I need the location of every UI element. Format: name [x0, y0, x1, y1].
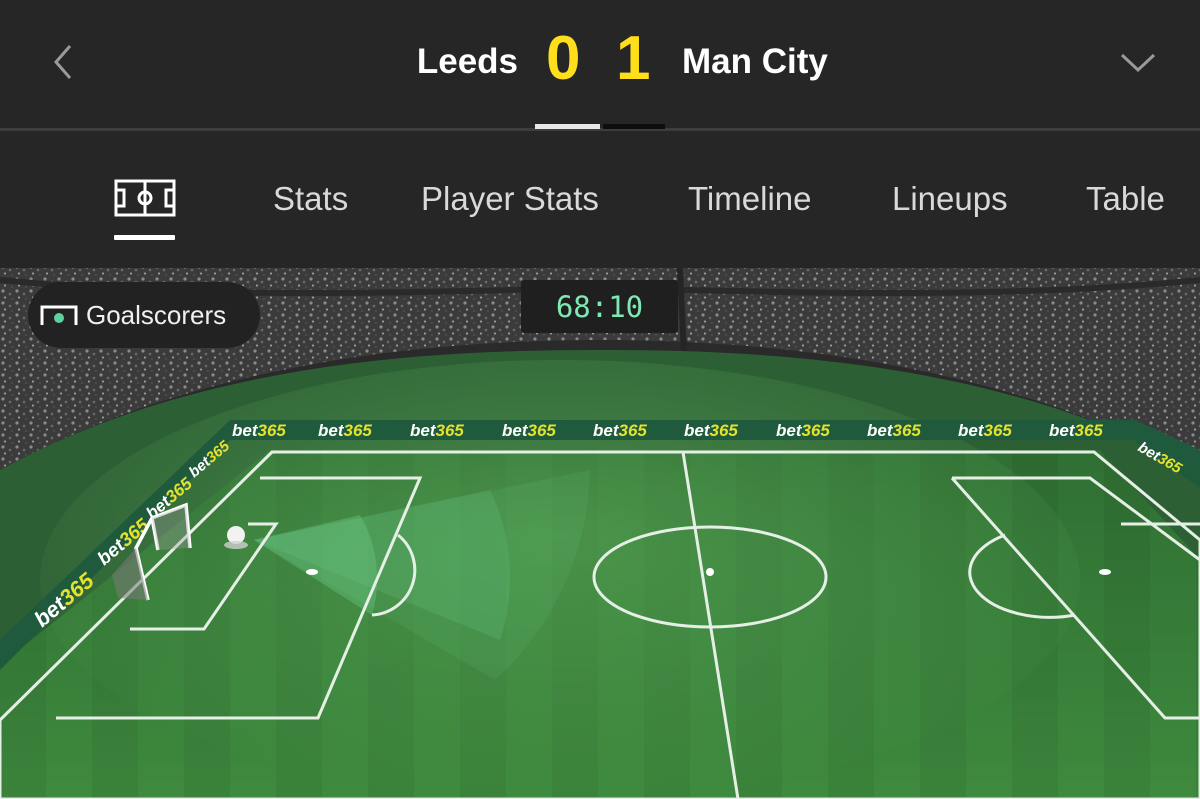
page-indicator-active[interactable]: [535, 124, 600, 129]
svg-text:bet365: bet365: [410, 421, 464, 440]
tab-lineups[interactable]: Lineups: [892, 177, 1008, 221]
svg-text:bet365: bet365: [776, 421, 830, 440]
svg-text:bet365: bet365: [958, 421, 1012, 440]
goalscorers-label: Goalscorers: [86, 299, 227, 330]
tab-player-stats[interactable]: Player Stats: [421, 177, 599, 221]
svg-text:bet365: bet365: [867, 421, 921, 440]
svg-text:bet365: bet365: [593, 421, 647, 440]
goalscorers-button[interactable]: Goalscorers: [28, 282, 260, 348]
svg-text:bet365: bet365: [318, 421, 372, 440]
away-team-name: Man City: [682, 42, 828, 81]
home-score: 0: [546, 24, 581, 93]
active-tab-indicator: [114, 235, 175, 240]
match-clock: 68:10: [521, 280, 678, 333]
svg-text:bet365: bet365: [502, 421, 556, 440]
home-team-name: Leeds: [416, 42, 518, 81]
tab-stats[interactable]: Stats: [273, 177, 348, 221]
page-indicator[interactable]: [603, 124, 665, 129]
tab-timeline[interactable]: Timeline: [688, 177, 811, 221]
match-header: Leeds 0 1 Man City: [0, 0, 1200, 128]
match-dropdown-button[interactable]: [1112, 36, 1164, 88]
chevron-left-icon: [54, 45, 72, 79]
svg-text:bet365: bet365: [232, 421, 286, 440]
pitch-icon: [114, 179, 176, 217]
back-button[interactable]: [38, 36, 88, 88]
away-score: 1: [616, 24, 651, 93]
svg-text:bet365: bet365: [684, 421, 738, 440]
goal-icon: [40, 305, 78, 325]
tab-bar: Stats Player Stats Timeline Lineups Tabl…: [0, 131, 1200, 268]
chevron-down-icon: [1120, 53, 1156, 73]
svg-text:bet365: bet365: [1049, 421, 1103, 440]
tab-table[interactable]: Table: [1086, 177, 1165, 221]
